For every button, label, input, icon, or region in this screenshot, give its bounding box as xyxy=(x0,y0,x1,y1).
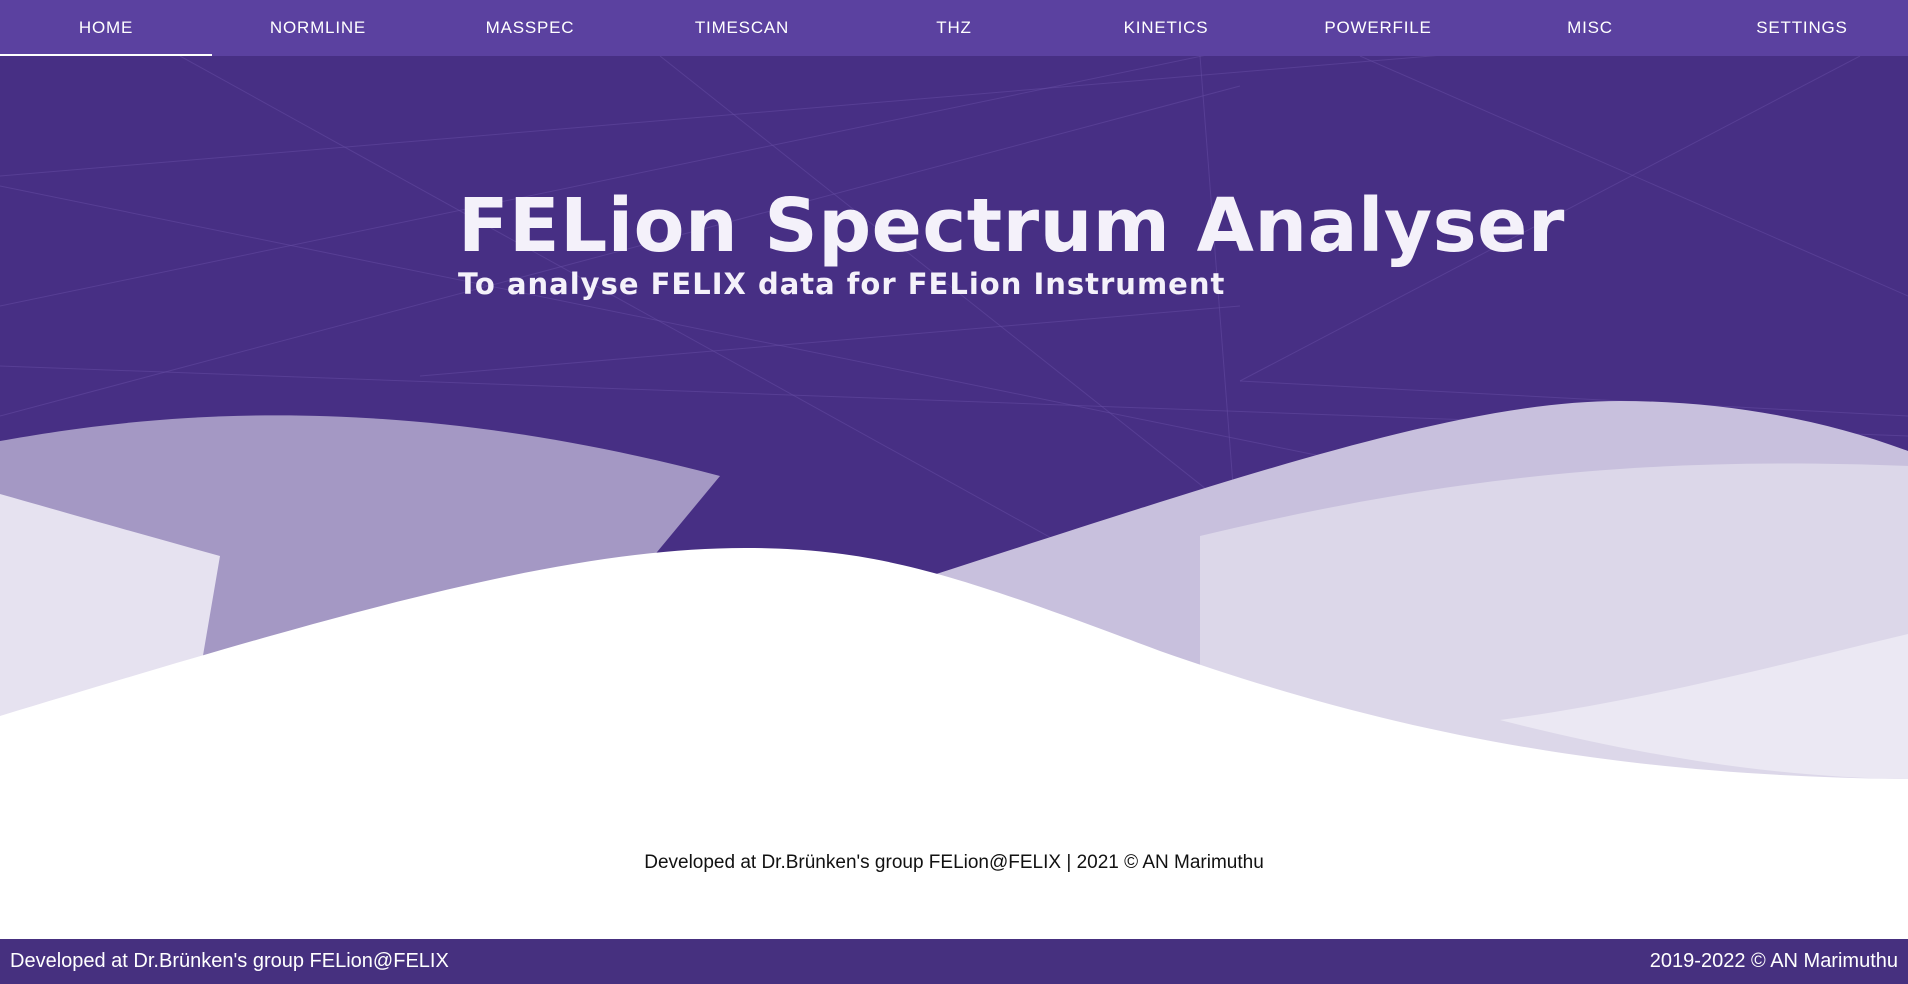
tab-label: MISC xyxy=(1567,18,1613,37)
tab-label: MASSPEC xyxy=(485,18,575,37)
tab-kinetics[interactable]: KINETICS xyxy=(1060,0,1272,56)
tab-masspec[interactable]: MASSPEC xyxy=(424,0,636,56)
hero-title: FELion Spectrum Analyser xyxy=(458,183,1565,269)
credit-line: Developed at Dr.Brünken's group FELion@F… xyxy=(0,850,1908,875)
tab-settings[interactable]: SETTINGS xyxy=(1696,0,1908,56)
tab-label: KINETICS xyxy=(1123,18,1209,37)
tab-label: SETTINGS xyxy=(1756,18,1848,37)
tab-label: NORMLINE xyxy=(269,18,367,37)
tab-powerfile[interactable]: POWERFILE xyxy=(1272,0,1484,56)
tab-home[interactable]: HOME xyxy=(0,0,212,56)
app-window: HOME NORMLINE MASSPEC TIMESCAN THZ KINET… xyxy=(0,0,1908,984)
hero-background xyxy=(0,56,1908,790)
tab-thz[interactable]: THZ xyxy=(848,0,1060,56)
tab-normline[interactable]: NORMLINE xyxy=(212,0,424,56)
footer-right-text: 2019-2022 © AN Marimuthu xyxy=(1649,950,1898,972)
hero-text-block: FELion Spectrum Analyser To analyse FELI… xyxy=(458,178,1565,302)
footer-left-text: Developed at Dr.Brünken's group FELion@F… xyxy=(10,950,449,972)
tab-label: HOME xyxy=(78,18,134,37)
tab-label: POWERFILE xyxy=(1324,18,1432,37)
credit-text: Developed at Dr.Brünken's group FELion@F… xyxy=(638,850,1270,875)
tab-label: THZ xyxy=(936,18,972,37)
tab-timescan[interactable]: TIMESCAN xyxy=(636,0,848,56)
tab-misc[interactable]: MISC xyxy=(1484,0,1696,56)
top-nav: HOME NORMLINE MASSPEC TIMESCAN THZ KINET… xyxy=(0,0,1908,56)
tab-label: TIMESCAN xyxy=(694,18,790,37)
footer: Developed at Dr.Brünken's group FELion@F… xyxy=(0,939,1908,984)
